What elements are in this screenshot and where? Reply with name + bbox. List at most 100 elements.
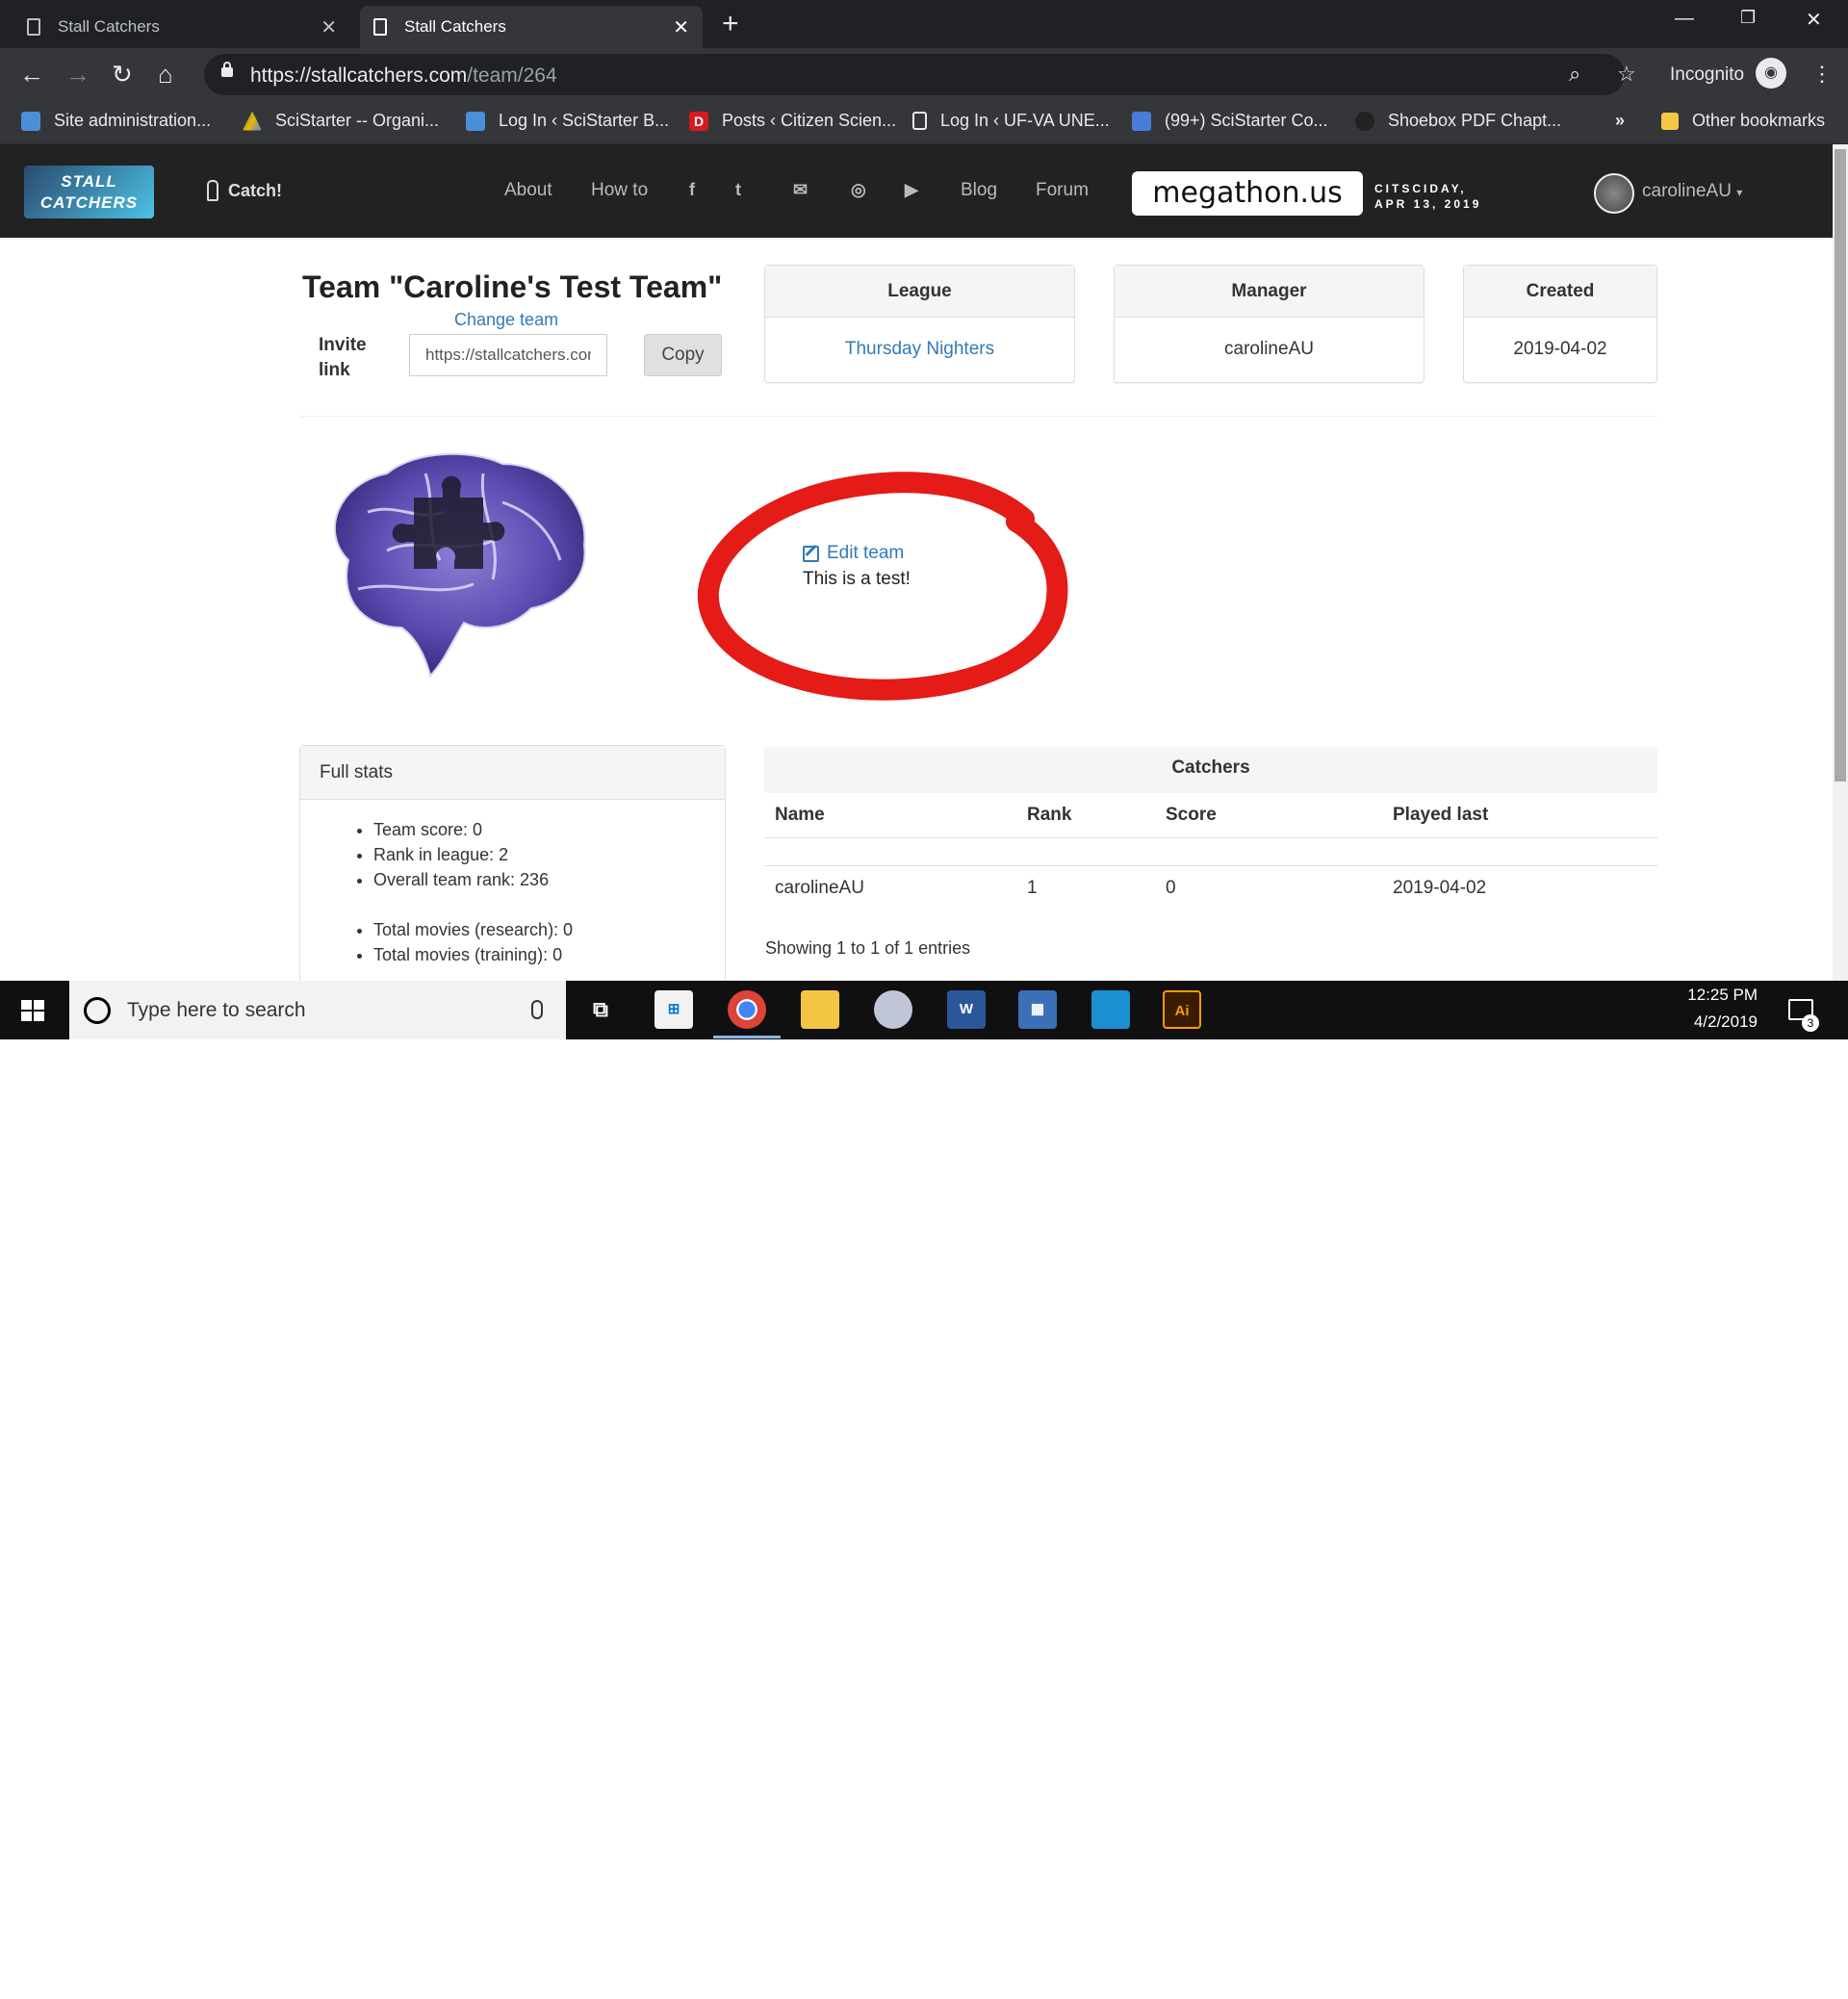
team-brain-image (333, 452, 586, 678)
bookmark-item[interactable]: Log In ‹ SciStarter B... (466, 111, 669, 131)
column-header-score[interactable]: Score (1166, 805, 1217, 826)
invite-link-label: Invite link (319, 333, 367, 383)
bookmark-item[interactable]: (99+) SciStarter Co... (1132, 111, 1328, 131)
user-menu[interactable]: carolineAU ▾ (1642, 181, 1742, 202)
manager-header: Manager (1115, 266, 1424, 318)
other-bookmarks[interactable]: Other bookmarks (1661, 111, 1825, 131)
url-text[interactable]: https://stallcatchers.com/team/264 (250, 64, 557, 88)
address-bar[interactable]: https://stallcatchers.com/team/264 (204, 54, 1625, 95)
copy-button[interactable]: Copy (644, 334, 722, 376)
app-icon[interactable] (874, 990, 912, 1029)
bookmark-label: Posts ‹ Citizen Scien... (722, 111, 897, 130)
nav-blog[interactable]: Blog (961, 180, 997, 201)
windows-taskbar: Type here to search ⧉ ⊞ W ▦ Ai ♙ ⌃ ◈ 🔇︎ … (0, 981, 1848, 1998)
citsciday-banner-text: CITSCIDAY, APR 13, 2019 (1374, 181, 1481, 212)
new-tab-button[interactable]: + (722, 8, 739, 40)
stat-item: Team score: 0 (373, 817, 549, 842)
bookmark-item[interactable]: Log In ‹ UF-VA UNE... (912, 111, 1110, 131)
created-panel: Created 2019-04-02 (1463, 265, 1657, 383)
taskbar-search[interactable]: Type here to search (69, 981, 566, 1039)
windows-start-icon[interactable] (21, 1000, 44, 1021)
close-icon[interactable]: ✕ (673, 15, 689, 39)
bookmark-item[interactable]: SciStarter -- Organi... (243, 111, 439, 131)
browser-tab-active[interactable]: Stall Catchers ✕ (360, 6, 703, 48)
tray-expand-icon[interactable]: ⌃ (1473, 1980, 1486, 1999)
bookmark-item[interactable]: D Posts ‹ Citizen Scien... (689, 111, 896, 131)
file-explorer-icon[interactable] (801, 990, 839, 1029)
catch-button[interactable]: Catch! (207, 180, 282, 201)
volume-muted-icon[interactable]: 🔇︎ (1536, 1980, 1547, 1999)
bookmarks-overflow-button[interactable]: » (1615, 111, 1625, 131)
bookmark-star-icon[interactable]: ☆ (1617, 62, 1636, 87)
dropbox-icon[interactable]: ◈ (1504, 1980, 1517, 1999)
notification-count-badge: 3 (1802, 1014, 1819, 1032)
column-header-rank[interactable]: Rank (1027, 805, 1071, 826)
microscope-icon (207, 180, 218, 201)
stats-list: Team score: 0 Rank in league: 2 Overall … (373, 817, 549, 892)
drive-icon (243, 111, 262, 131)
restore-icon[interactable]: ❐ (1740, 8, 1756, 28)
nav-about[interactable]: About (504, 180, 552, 201)
url-path: /team/264 (467, 64, 557, 87)
invite-link-input[interactable] (409, 334, 607, 376)
browser-toolbar: ← → ↻ ⌂ https://stallcatchers.com/team/2… (0, 48, 1848, 101)
forward-icon[interactable]: → (65, 60, 90, 89)
calendar-app-icon[interactable]: ▦ (1018, 990, 1057, 1029)
youtube-icon[interactable]: ▶ (905, 180, 918, 200)
column-header-name[interactable]: Name (775, 805, 825, 826)
store-icon[interactable]: ⊞ (654, 990, 693, 1029)
stat-item: Total movies (research): 0 (373, 917, 573, 942)
league-link[interactable]: Thursday Nighters (765, 318, 1074, 381)
mail-icon[interactable]: ✉ (793, 180, 808, 200)
scrollbar-thumb[interactable] (1835, 149, 1846, 782)
folder-icon (1661, 112, 1679, 130)
bookmark-label: Site administration... (54, 111, 212, 130)
username: carolineAU (1642, 181, 1732, 201)
team-description: This is a test! (803, 569, 911, 589)
instagram-icon[interactable]: ◎ (851, 180, 866, 200)
search-placeholder: Type here to search (127, 999, 306, 1021)
microphone-icon[interactable] (531, 1000, 543, 1019)
edit-team-link[interactable]: Edit team (803, 543, 904, 564)
divider (764, 837, 1657, 838)
column-header-played-last[interactable]: Played last (1393, 805, 1488, 826)
bookmark-item[interactable]: Site administration... (21, 111, 211, 131)
illustrator-icon[interactable]: Ai (1163, 990, 1201, 1029)
kindle-icon[interactable] (1091, 990, 1130, 1029)
megathon-banner[interactable]: megathon.us (1132, 171, 1363, 216)
facebook-icon[interactable]: f (689, 180, 695, 200)
twitter-icon[interactable]: t (735, 180, 741, 200)
onedrive-icon[interactable]: ☁ (1573, 1980, 1589, 1999)
clock-time[interactable]: 12:25 PM (1684, 986, 1758, 1005)
home-icon[interactable]: ⌂ (158, 60, 173, 89)
minimize-icon[interactable]: — (1675, 8, 1694, 30)
clock-date[interactable]: 4/2/2019 (1684, 1012, 1758, 1032)
bookmark-label: Log In ‹ UF-VA UNE... (940, 111, 1110, 130)
task-view-icon[interactable]: ⧉ (581, 990, 620, 1029)
change-team-link[interactable]: Change team (454, 310, 558, 330)
wifi-icon[interactable]: ◠ (1644, 1980, 1658, 1999)
manager-value: carolineAU (1224, 339, 1314, 359)
nav-forum[interactable]: Forum (1036, 180, 1089, 201)
battery-icon[interactable]: ▭ (1607, 1980, 1623, 1999)
cortana-icon (84, 997, 111, 1024)
people-icon[interactable]: ♙ (1417, 1980, 1431, 1999)
bookmark-item[interactable]: Shoebox PDF Chapt... (1355, 111, 1561, 131)
avatar[interactable] (1594, 173, 1634, 214)
browser-tab[interactable]: Stall Catchers ✕ (13, 6, 350, 48)
url-host: https://stallcatchers.com (250, 64, 468, 87)
chrome-icon[interactable] (728, 990, 766, 1029)
close-icon[interactable]: ✕ (321, 15, 337, 39)
window-close-icon[interactable]: ✕ (1806, 8, 1822, 32)
edit-icon (803, 545, 819, 562)
incognito-icon[interactable]: ◉ (1756, 58, 1786, 89)
stall-catchers-logo[interactable]: STALL CATCHERS (24, 166, 154, 218)
reload-icon[interactable]: ↻ (112, 60, 133, 89)
league-header: League (765, 266, 1074, 318)
menu-icon[interactable]: ⋮ (1811, 62, 1833, 87)
back-icon[interactable]: ← (19, 60, 44, 89)
nav-how-to[interactable]: How to (591, 180, 648, 201)
zoom-icon[interactable]: ⌕ (1569, 62, 1580, 87)
d-icon: D (689, 111, 708, 131)
word-icon[interactable]: W (947, 990, 986, 1029)
